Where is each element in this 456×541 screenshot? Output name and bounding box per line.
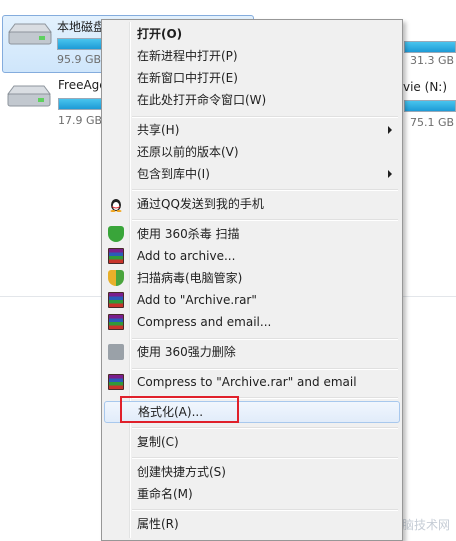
menu-item-open[interactable]: 打开(O) <box>104 23 400 45</box>
menu-separator <box>132 368 398 370</box>
menu-item-compress-and-email[interactable]: Compress and email... <box>104 311 400 333</box>
menu-item-label: 重命名(M) <box>137 487 193 501</box>
menu-item-label: 包含到库中(I) <box>137 167 210 181</box>
menu-item-label: 还原以前的版本(V) <box>137 145 239 159</box>
menu-separator <box>132 189 398 191</box>
menu-item-label: 属性(R) <box>137 517 179 531</box>
menu-item-label: 扫描病毒(电脑管家) <box>137 271 243 285</box>
menu-item-share[interactable]: 共享(H) <box>104 119 400 141</box>
drive-name: FreeAge <box>58 78 107 92</box>
menu-item-scan-pc-manager[interactable]: 扫描病毒(电脑管家) <box>104 267 400 289</box>
menu-item-label: Compress and email... <box>137 315 272 329</box>
menu-item-include-in-library[interactable]: 包含到库中(I) <box>104 163 400 185</box>
menu-item-label: 在此处打开命令窗口(W) <box>137 93 267 107</box>
menu-item-rename[interactable]: 重命名(M) <box>104 483 400 505</box>
menu-item-label: 使用 360杀毒 扫描 <box>137 227 240 241</box>
menu-item-create-shortcut[interactable]: 创建快捷方式(S) <box>104 461 400 483</box>
menu-item-format[interactable]: 格式化(A)... <box>104 401 400 423</box>
menu-item-open-new-window[interactable]: 在新窗口中打开(E) <box>104 67 400 89</box>
menu-item-label: 使用 360强力删除 <box>137 345 236 359</box>
menu-item-label: 共享(H) <box>137 123 180 137</box>
context-menu: 打开(O) 在新进程中打开(P) 在新窗口中打开(E) 在此处打开命令窗口(W)… <box>101 19 403 541</box>
menu-item-add-to-archive[interactable]: Add to archive... <box>104 245 400 267</box>
menu-separator <box>132 427 398 429</box>
drive-name-right-2: vie (N:) <box>403 80 448 94</box>
menu-item-restore-previous[interactable]: 还原以前的版本(V) <box>104 141 400 163</box>
qq-penguin-icon <box>110 199 122 212</box>
pc-manager-icon <box>108 270 124 286</box>
winrar-icon <box>108 374 124 390</box>
menu-item-label: 打开(O) <box>137 27 183 41</box>
menu-item-label: 通过QQ发送到我的手机 <box>137 197 264 211</box>
shredder-icon <box>108 344 124 360</box>
menu-item-label: Add to archive... <box>137 249 236 263</box>
menu-separator <box>132 116 398 118</box>
menu-item-label: Add to "Archive.rar" <box>137 293 257 307</box>
menu-item-copy[interactable]: 复制(C) <box>104 431 400 453</box>
menu-item-qq-send-phone[interactable]: 通过QQ发送到我的手机 <box>104 193 400 215</box>
menu-separator <box>132 397 398 399</box>
menu-separator <box>132 509 398 511</box>
drive-free-space: 95.9 GB <box>57 53 102 66</box>
menu-separator <box>132 457 398 459</box>
winrar-icon <box>108 314 124 330</box>
menu-item-label: 复制(C) <box>137 435 179 449</box>
menu-item-360-force-delete[interactable]: 使用 360强力删除 <box>104 341 400 363</box>
360-shield-icon <box>108 226 124 242</box>
menu-item-label: Compress to "Archive.rar" and email <box>137 375 357 389</box>
drive-name: 本地磁盘 <box>57 20 106 34</box>
menu-item-label: 创建快捷方式(S) <box>137 465 226 479</box>
drive-free-space-right-2: 75.1 GB <box>410 116 455 129</box>
winrar-icon <box>108 292 124 308</box>
hard-drive-icon <box>7 85 51 107</box>
menu-item-label: 格式化(A)... <box>138 405 204 419</box>
submenu-arrow-icon <box>388 126 392 134</box>
drive-usage-bar-right-2 <box>404 100 456 112</box>
menu-item-open-new-process[interactable]: 在新进程中打开(P) <box>104 45 400 67</box>
menu-item-360-scan[interactable]: 使用 360杀毒 扫描 <box>104 223 400 245</box>
menu-item-compress-to-rar-and-email[interactable]: Compress to "Archive.rar" and email <box>104 371 400 393</box>
drive-usage-bar-right-1 <box>404 41 456 53</box>
menu-item-label: 在新窗口中打开(E) <box>137 71 238 85</box>
hard-drive-icon <box>8 23 52 45</box>
menu-item-open-command-window[interactable]: 在此处打开命令窗口(W) <box>104 89 400 111</box>
submenu-arrow-icon <box>388 170 392 178</box>
menu-separator <box>132 338 398 340</box>
menu-item-add-to-archive-rar[interactable]: Add to "Archive.rar" <box>104 289 400 311</box>
winrar-icon <box>108 248 124 264</box>
menu-separator <box>132 219 398 221</box>
drive-free-space-right-1: 31.3 GB <box>410 54 455 67</box>
menu-item-properties[interactable]: 属性(R) <box>104 513 400 535</box>
drive-free-space: 17.9 GB <box>58 114 103 127</box>
menu-item-label: 在新进程中打开(P) <box>137 49 238 63</box>
